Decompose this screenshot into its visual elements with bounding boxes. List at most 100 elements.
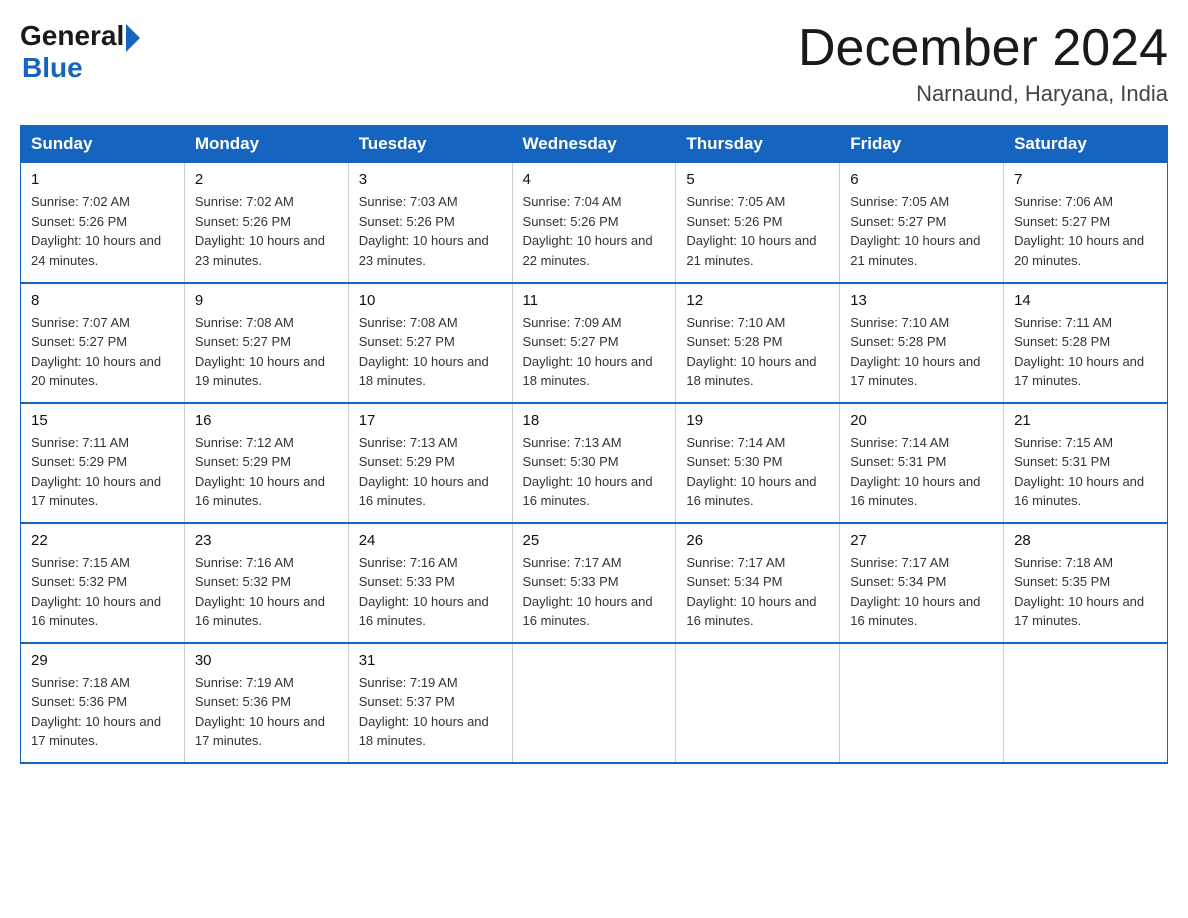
calendar-cell: 27 Sunrise: 7:17 AMSunset: 5:34 PMDaylig… xyxy=(840,523,1004,643)
day-number: 18 xyxy=(523,412,666,429)
day-number: 24 xyxy=(359,532,502,549)
day-number: 13 xyxy=(850,292,993,309)
day-info: Sunrise: 7:11 AMSunset: 5:28 PMDaylight:… xyxy=(1014,315,1144,389)
calendar-week-row: 22 Sunrise: 7:15 AMSunset: 5:32 PMDaylig… xyxy=(21,523,1168,643)
calendar-cell: 20 Sunrise: 7:14 AMSunset: 5:31 PMDaylig… xyxy=(840,403,1004,523)
day-number: 19 xyxy=(686,412,829,429)
day-number: 28 xyxy=(1014,532,1157,549)
day-info: Sunrise: 7:14 AMSunset: 5:31 PMDaylight:… xyxy=(850,435,980,509)
calendar-cell: 23 Sunrise: 7:16 AMSunset: 5:32 PMDaylig… xyxy=(184,523,348,643)
day-number: 15 xyxy=(31,412,174,429)
day-info: Sunrise: 7:19 AMSunset: 5:37 PMDaylight:… xyxy=(359,675,489,749)
day-number: 2 xyxy=(195,171,338,188)
calendar-cell: 17 Sunrise: 7:13 AMSunset: 5:29 PMDaylig… xyxy=(348,403,512,523)
day-number: 9 xyxy=(195,292,338,309)
day-info: Sunrise: 7:17 AMSunset: 5:34 PMDaylight:… xyxy=(850,555,980,629)
day-number: 3 xyxy=(359,171,502,188)
day-number: 21 xyxy=(1014,412,1157,429)
day-info: Sunrise: 7:05 AMSunset: 5:26 PMDaylight:… xyxy=(686,194,816,268)
weekday-header-thursday: Thursday xyxy=(676,126,840,163)
day-number: 1 xyxy=(31,171,174,188)
calendar-cell xyxy=(512,643,676,763)
day-info: Sunrise: 7:14 AMSunset: 5:30 PMDaylight:… xyxy=(686,435,816,509)
day-info: Sunrise: 7:12 AMSunset: 5:29 PMDaylight:… xyxy=(195,435,325,509)
calendar-cell: 8 Sunrise: 7:07 AMSunset: 5:27 PMDayligh… xyxy=(21,283,185,403)
calendar-cell: 21 Sunrise: 7:15 AMSunset: 5:31 PMDaylig… xyxy=(1004,403,1168,523)
calendar-cell: 18 Sunrise: 7:13 AMSunset: 5:30 PMDaylig… xyxy=(512,403,676,523)
day-info: Sunrise: 7:17 AMSunset: 5:34 PMDaylight:… xyxy=(686,555,816,629)
day-info: Sunrise: 7:10 AMSunset: 5:28 PMDaylight:… xyxy=(850,315,980,389)
weekday-header-saturday: Saturday xyxy=(1004,126,1168,163)
logo-arrow-icon xyxy=(126,24,140,52)
day-info: Sunrise: 7:09 AMSunset: 5:27 PMDaylight:… xyxy=(523,315,653,389)
day-info: Sunrise: 7:08 AMSunset: 5:27 PMDaylight:… xyxy=(195,315,325,389)
calendar-cell: 7 Sunrise: 7:06 AMSunset: 5:27 PMDayligh… xyxy=(1004,163,1168,283)
weekday-header-friday: Friday xyxy=(840,126,1004,163)
day-number: 31 xyxy=(359,652,502,669)
calendar-cell: 24 Sunrise: 7:16 AMSunset: 5:33 PMDaylig… xyxy=(348,523,512,643)
calendar-cell xyxy=(840,643,1004,763)
day-info: Sunrise: 7:13 AMSunset: 5:29 PMDaylight:… xyxy=(359,435,489,509)
logo-general-text: General xyxy=(20,20,124,52)
day-number: 5 xyxy=(686,171,829,188)
day-number: 7 xyxy=(1014,171,1157,188)
day-info: Sunrise: 7:16 AMSunset: 5:33 PMDaylight:… xyxy=(359,555,489,629)
day-info: Sunrise: 7:07 AMSunset: 5:27 PMDaylight:… xyxy=(31,315,161,389)
calendar-cell: 6 Sunrise: 7:05 AMSunset: 5:27 PMDayligh… xyxy=(840,163,1004,283)
day-number: 10 xyxy=(359,292,502,309)
day-info: Sunrise: 7:04 AMSunset: 5:26 PMDaylight:… xyxy=(523,194,653,268)
calendar-cell: 9 Sunrise: 7:08 AMSunset: 5:27 PMDayligh… xyxy=(184,283,348,403)
month-title: December 2024 xyxy=(798,20,1168,77)
calendar-cell: 3 Sunrise: 7:03 AMSunset: 5:26 PMDayligh… xyxy=(348,163,512,283)
day-info: Sunrise: 7:02 AMSunset: 5:26 PMDaylight:… xyxy=(31,194,161,268)
calendar-cell: 26 Sunrise: 7:17 AMSunset: 5:34 PMDaylig… xyxy=(676,523,840,643)
calendar-cell: 31 Sunrise: 7:19 AMSunset: 5:37 PMDaylig… xyxy=(348,643,512,763)
day-number: 27 xyxy=(850,532,993,549)
calendar-cell: 14 Sunrise: 7:11 AMSunset: 5:28 PMDaylig… xyxy=(1004,283,1168,403)
day-info: Sunrise: 7:05 AMSunset: 5:27 PMDaylight:… xyxy=(850,194,980,268)
day-info: Sunrise: 7:16 AMSunset: 5:32 PMDaylight:… xyxy=(195,555,325,629)
calendar-cell: 13 Sunrise: 7:10 AMSunset: 5:28 PMDaylig… xyxy=(840,283,1004,403)
day-number: 14 xyxy=(1014,292,1157,309)
calendar-cell: 5 Sunrise: 7:05 AMSunset: 5:26 PMDayligh… xyxy=(676,163,840,283)
calendar-cell: 22 Sunrise: 7:15 AMSunset: 5:32 PMDaylig… xyxy=(21,523,185,643)
day-number: 6 xyxy=(850,171,993,188)
calendar-cell xyxy=(1004,643,1168,763)
calendar-cell: 1 Sunrise: 7:02 AMSunset: 5:26 PMDayligh… xyxy=(21,163,185,283)
calendar-cell: 10 Sunrise: 7:08 AMSunset: 5:27 PMDaylig… xyxy=(348,283,512,403)
calendar-cell: 25 Sunrise: 7:17 AMSunset: 5:33 PMDaylig… xyxy=(512,523,676,643)
day-number: 20 xyxy=(850,412,993,429)
day-info: Sunrise: 7:15 AMSunset: 5:31 PMDaylight:… xyxy=(1014,435,1144,509)
calendar-cell: 19 Sunrise: 7:14 AMSunset: 5:30 PMDaylig… xyxy=(676,403,840,523)
calendar-cell: 2 Sunrise: 7:02 AMSunset: 5:26 PMDayligh… xyxy=(184,163,348,283)
calendar-week-row: 29 Sunrise: 7:18 AMSunset: 5:36 PMDaylig… xyxy=(21,643,1168,763)
calendar-cell: 30 Sunrise: 7:19 AMSunset: 5:36 PMDaylig… xyxy=(184,643,348,763)
weekday-header-sunday: Sunday xyxy=(21,126,185,163)
day-info: Sunrise: 7:11 AMSunset: 5:29 PMDaylight:… xyxy=(31,435,161,509)
logo-blue-text: Blue xyxy=(22,52,140,84)
day-number: 8 xyxy=(31,292,174,309)
day-info: Sunrise: 7:02 AMSunset: 5:26 PMDaylight:… xyxy=(195,194,325,268)
title-block: December 2024 Narnaund, Haryana, India xyxy=(798,20,1168,107)
day-number: 29 xyxy=(31,652,174,669)
weekday-header-wednesday: Wednesday xyxy=(512,126,676,163)
page-header: General Blue December 2024 Narnaund, Har… xyxy=(20,20,1168,107)
logo: General Blue xyxy=(20,20,140,84)
day-number: 26 xyxy=(686,532,829,549)
day-number: 23 xyxy=(195,532,338,549)
calendar-cell: 16 Sunrise: 7:12 AMSunset: 5:29 PMDaylig… xyxy=(184,403,348,523)
calendar-week-row: 1 Sunrise: 7:02 AMSunset: 5:26 PMDayligh… xyxy=(21,163,1168,283)
day-info: Sunrise: 7:17 AMSunset: 5:33 PMDaylight:… xyxy=(523,555,653,629)
day-info: Sunrise: 7:18 AMSunset: 5:35 PMDaylight:… xyxy=(1014,555,1144,629)
calendar-week-row: 8 Sunrise: 7:07 AMSunset: 5:27 PMDayligh… xyxy=(21,283,1168,403)
day-info: Sunrise: 7:13 AMSunset: 5:30 PMDaylight:… xyxy=(523,435,653,509)
weekday-header-monday: Monday xyxy=(184,126,348,163)
day-info: Sunrise: 7:03 AMSunset: 5:26 PMDaylight:… xyxy=(359,194,489,268)
day-number: 22 xyxy=(31,532,174,549)
weekday-header-tuesday: Tuesday xyxy=(348,126,512,163)
day-number: 4 xyxy=(523,171,666,188)
calendar-cell: 28 Sunrise: 7:18 AMSunset: 5:35 PMDaylig… xyxy=(1004,523,1168,643)
day-info: Sunrise: 7:15 AMSunset: 5:32 PMDaylight:… xyxy=(31,555,161,629)
day-info: Sunrise: 7:08 AMSunset: 5:27 PMDaylight:… xyxy=(359,315,489,389)
calendar-cell: 4 Sunrise: 7:04 AMSunset: 5:26 PMDayligh… xyxy=(512,163,676,283)
